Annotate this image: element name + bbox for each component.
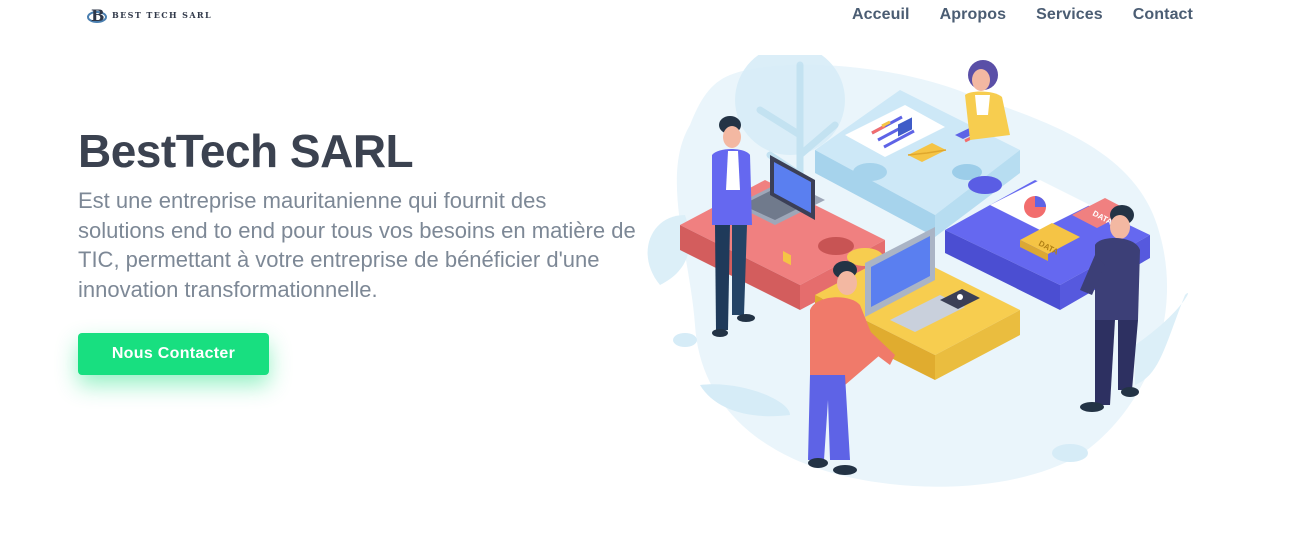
teamwork-puzzle-illustration: DATA DATA — [647, 55, 1188, 487]
brand-logo[interactable]: B BEST TECH SARL — [86, 6, 212, 24]
nav-link-apropos[interactable]: Apropos — [940, 6, 1006, 24]
nav-link-services[interactable]: Services — [1036, 6, 1103, 24]
navbar: B BEST TECH SARL Acceuil Apropos Service… — [0, 0, 1293, 34]
contact-us-button[interactable]: Nous Contacter — [78, 333, 269, 375]
person-woman-icon — [965, 60, 1010, 140]
nav-link-acceuil[interactable]: Acceuil — [852, 6, 910, 24]
main-nav: Acceuil Apropos Services Contact — [852, 6, 1193, 24]
hero-description: Est une entreprise mauritanienne qui fou… — [78, 188, 636, 302]
svg-text:B: B — [91, 6, 105, 24]
hero-title: BestTech SARL — [78, 125, 414, 177]
brand-name: BEST TECH SARL — [112, 10, 212, 20]
nav-link-contact[interactable]: Contact — [1133, 6, 1193, 24]
logo-mark-icon: B — [87, 6, 107, 24]
